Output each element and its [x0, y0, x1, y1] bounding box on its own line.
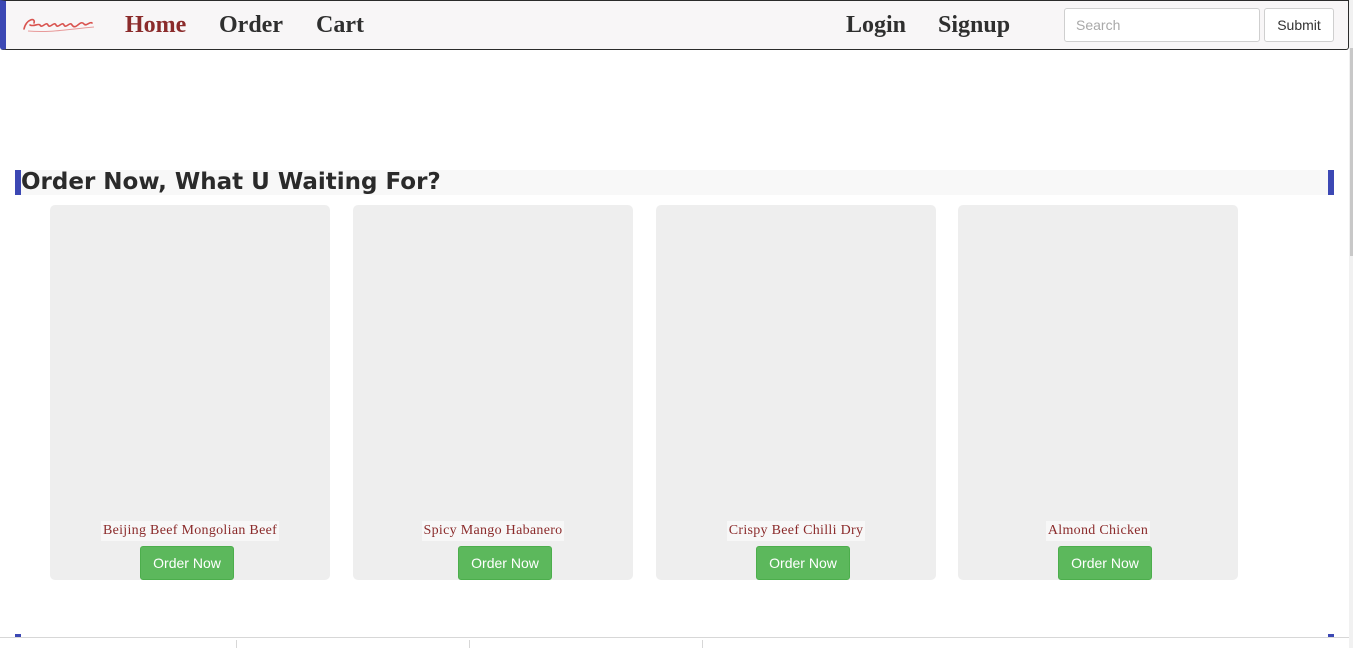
order-now-button[interactable]: Order Now	[458, 546, 552, 580]
footer-column-divider	[469, 640, 470, 648]
footer-column-divider	[236, 640, 237, 648]
dish-image	[353, 205, 633, 505]
footer-column-divider	[702, 640, 703, 648]
nav-home[interactable]: Home	[125, 11, 186, 39]
menu-card: Almond Chicken Order Now	[958, 205, 1238, 580]
dish-name: Crispy Beef Chilli Dry	[726, 521, 866, 541]
order-now-button[interactable]: Order Now	[756, 546, 850, 580]
nav-signup[interactable]: Signup	[938, 11, 1010, 39]
top-navbar: Home Order Cart Login Signup Submit	[0, 0, 1349, 50]
dish-image	[656, 205, 936, 505]
search-input[interactable]	[1064, 8, 1260, 42]
section-heading: Order Now, What U Waiting For?	[15, 169, 1334, 195]
footer-divider	[0, 637, 1349, 638]
menu-card: Beijing Beef Mongolian Beef Order Now	[50, 205, 330, 580]
section-title: Order Now, What U Waiting For?	[21, 169, 441, 195]
menu-card: Crispy Beef Chilli Dry Order Now	[656, 205, 936, 580]
order-now-button[interactable]: Order Now	[1058, 546, 1152, 580]
nav-login[interactable]: Login	[846, 11, 906, 39]
dish-image	[50, 205, 330, 505]
submit-button[interactable]: Submit	[1264, 8, 1334, 42]
brand-logo[interactable]	[20, 13, 98, 37]
order-now-button[interactable]: Order Now	[140, 546, 234, 580]
menu-card: Spicy Mango Habanero Order Now	[353, 205, 633, 580]
nav-order[interactable]: Order	[219, 11, 283, 39]
dish-name: Beijing Beef Mongolian Beef	[100, 521, 280, 541]
dish-image	[958, 205, 1238, 505]
dish-name: Spicy Mango Habanero	[421, 521, 565, 541]
footer-accent-left	[15, 634, 21, 637]
nav-cart[interactable]: Cart	[316, 11, 364, 39]
footer-accent-right	[1328, 634, 1334, 637]
dish-name: Almond Chicken	[1045, 521, 1151, 541]
